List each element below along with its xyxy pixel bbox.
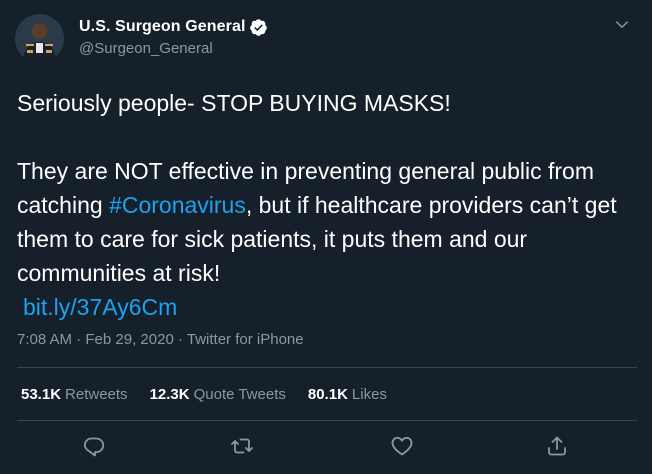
avatar-image: [15, 14, 64, 63]
tweet-card: U.S. Surgeon General @Surgeon_General Se…: [0, 0, 652, 474]
short-link[interactable]: bit.ly/37Ay6Cm: [23, 294, 177, 320]
share-icon[interactable]: [545, 434, 569, 458]
tweet-header: U.S. Surgeon General @Surgeon_General: [15, 12, 637, 63]
tweet-stats: 53.1K Retweets 12.3K Quote Tweets 80.1K Lik…: [21, 386, 409, 403]
quote-tweets-count: 12.3K: [149, 386, 190, 403]
quote-tweets-label: Quote Tweets: [193, 386, 286, 403]
retweets-stat[interactable]: 53.1K Retweets: [21, 386, 128, 403]
tweet-actions: [0, 434, 652, 460]
hashtag-link[interactable]: #Coronavirus: [109, 192, 246, 218]
tweet-link-line: bit.ly/37Ay6Cm: [17, 290, 641, 324]
divider: [17, 367, 637, 368]
quote-tweets-stat[interactable]: 12.3K Quote Tweets: [150, 386, 286, 403]
display-name[interactable]: U.S. Surgeon General: [79, 18, 245, 36]
chevron-down-icon[interactable]: [613, 16, 631, 34]
tweet-source[interactable]: Twitter for iPhone: [187, 331, 304, 348]
likes-count: 80.1K: [307, 386, 348, 403]
meta-separator: ·: [76, 331, 82, 348]
tweet-text: Seriously people- STOP BUYING MASKS! The…: [17, 86, 641, 324]
verified-badge-icon: [249, 18, 268, 37]
retweet-icon[interactable]: [230, 434, 254, 458]
avatar[interactable]: [15, 14, 64, 63]
tweet-paragraph-2: They are NOT effective in preventing gen…: [17, 154, 641, 290]
meta-separator: ·: [177, 331, 183, 348]
tweet-time[interactable]: 7:08 AM: [17, 331, 72, 348]
retweets-count: 53.1K: [21, 386, 62, 403]
divider: [17, 420, 637, 421]
display-name-row: U.S. Surgeon General: [79, 16, 268, 38]
likes-stat[interactable]: 80.1K Likes: [308, 386, 387, 403]
retweets-label: Retweets: [65, 386, 128, 403]
tweet-line-1: Seriously people- STOP BUYING MASKS!: [17, 90, 451, 116]
tweet-meta: 7:08 AM · Feb 29, 2020 · Twitter for iPh…: [17, 331, 304, 348]
account-handle[interactable]: @Surgeon_General: [79, 40, 268, 57]
reply-icon[interactable]: [82, 434, 106, 458]
tweet-date[interactable]: Feb 29, 2020: [85, 331, 173, 348]
likes-label: Likes: [351, 386, 387, 403]
heart-icon[interactable]: [390, 434, 414, 458]
account-names: U.S. Surgeon General @Surgeon_General: [79, 16, 268, 57]
